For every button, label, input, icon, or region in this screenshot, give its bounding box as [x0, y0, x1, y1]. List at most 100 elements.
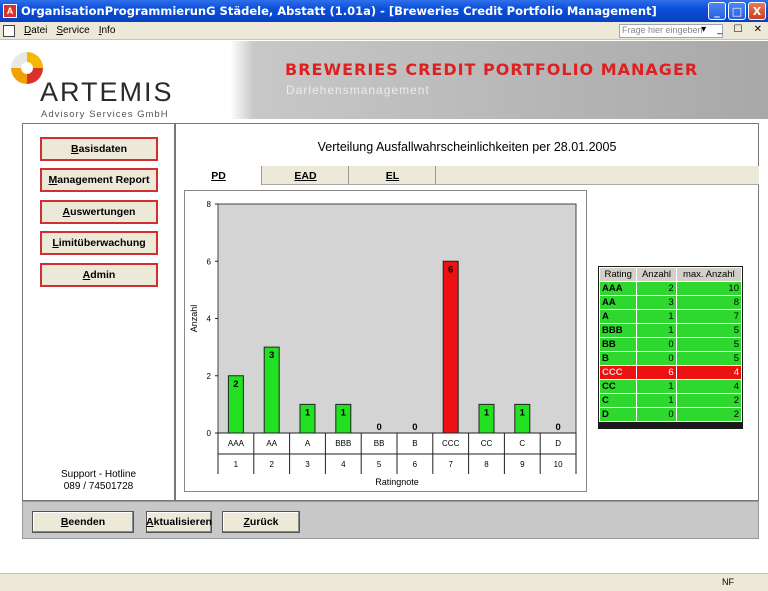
tab-ead[interactable]: EAD	[263, 166, 349, 185]
x-category-number: 2	[269, 460, 274, 469]
basisdaten-button[interactable]: Basisdaten	[40, 137, 158, 161]
bar-value-label: 3	[269, 350, 274, 361]
form-icon[interactable]	[3, 24, 15, 37]
x-category-number: 8	[484, 460, 489, 469]
x-category-label: BBB	[335, 439, 351, 448]
zurueck-button[interactable]: Zurück	[222, 511, 300, 533]
rating-cell-max: 8	[675, 295, 743, 310]
header-rating: Rating	[598, 267, 638, 282]
rating-table-row: CC 1 4	[598, 379, 743, 394]
artemis-logo-icon	[11, 52, 43, 84]
rating-cell-anzahl: 3	[636, 295, 677, 310]
y-tick-label: 8	[207, 200, 212, 209]
rating-table-header: Rating Anzahl max. Anzahl	[598, 267, 743, 282]
support-hotline: Support - Hotline 089 / 74501728	[23, 469, 174, 493]
x-category-number: 3	[305, 460, 310, 469]
x-category-label: D	[555, 439, 561, 448]
y-axis-label: Anzahl	[189, 305, 199, 333]
rating-cell-rating: CC	[598, 379, 638, 394]
management-report-button[interactable]: Management Report	[40, 168, 158, 192]
x-category-label: B	[412, 439, 417, 448]
tab-el[interactable]: EL	[350, 166, 436, 185]
bar	[442, 260, 459, 434]
rating-cell-anzahl: 1	[636, 393, 677, 408]
mdi-window-controls[interactable]: ▾ _ ☐ ✕	[701, 24, 766, 35]
header-max-anzahl: max. Anzahl	[675, 267, 743, 282]
rating-cell-rating: AA	[598, 295, 638, 310]
header-anzahl: Anzahl	[636, 267, 677, 282]
limitueberwachung-button[interactable]: Limitüberwachung	[40, 231, 158, 255]
bar-value-label: 1	[484, 407, 490, 418]
app-banner-subtitle: Darlehensmanagement	[286, 83, 430, 97]
admin-label: Admin	[82, 269, 116, 281]
menu-datei[interactable]: Datei	[24, 25, 47, 36]
x-category-label: C	[519, 439, 525, 448]
zurueck-label: Zurück	[243, 516, 279, 528]
menu-info[interactable]: Info	[99, 25, 116, 36]
rating-table-row: AAA 2 10	[598, 281, 743, 296]
bar-value-label: 0	[376, 422, 381, 433]
beenden-button[interactable]: Beenden	[32, 511, 134, 533]
auswertungen-label: Auswertungen	[62, 206, 136, 218]
rating-cell-max: 5	[675, 337, 743, 352]
basisdaten-label: Basisdaten	[70, 143, 128, 155]
access-app-icon[interactable]: A	[3, 4, 17, 18]
rating-cell-anzahl: 0	[636, 407, 677, 422]
logo-subtitle: Advisory Services GmbH	[41, 109, 169, 120]
x-category-label: BB	[374, 439, 385, 448]
rating-cell-anzahl: 2	[636, 281, 677, 296]
pd-bar-chart: 02468Anzahl2AAA13AA21A31BBB40BB50B66CCC7…	[189, 200, 577, 487]
x-category-label: AAA	[228, 439, 245, 448]
rating-cell-anzahl: 1	[636, 323, 677, 338]
rating-cell-rating: A	[598, 309, 638, 324]
rating-cell-anzahl: 1	[636, 379, 677, 394]
x-category-label: AA	[266, 439, 277, 448]
x-category-label: CCC	[442, 439, 460, 448]
y-tick-label: 4	[207, 315, 212, 324]
rating-cell-rating: D	[598, 407, 638, 422]
bar-value-label: 2	[233, 379, 238, 390]
rating-table-row: A17	[598, 309, 743, 324]
rating-cell-rating: AAA	[598, 281, 638, 296]
navigation-panel: Basisdaten Management Report Auswertunge…	[22, 123, 175, 501]
window-titlebar: A OrganisationProgrammierunG Städele, Ab…	[0, 0, 768, 22]
menu-service[interactable]: Service	[56, 25, 89, 36]
status-mode: NF	[722, 577, 734, 587]
window-controls: _ □ X	[708, 2, 766, 20]
bar-value-label: 0	[555, 422, 560, 433]
x-axis-label: Ratingnote	[375, 477, 419, 487]
bar-value-label: 1	[305, 407, 311, 418]
rating-cell-max: 5	[675, 323, 743, 338]
close-button[interactable]: X	[748, 2, 766, 20]
rating-table-row: D02	[598, 407, 743, 422]
x-category-label: A	[305, 439, 311, 448]
logo-name: ARTEMIS	[40, 77, 174, 107]
rating-cell-max: 10	[675, 281, 743, 296]
aktualisieren-button[interactable]: Aktualisieren	[146, 511, 212, 533]
rating-cell-max: 4	[675, 365, 743, 380]
auswertungen-button[interactable]: Auswertungen	[40, 200, 158, 224]
bar-value-label: 1	[520, 407, 526, 418]
maximize-button[interactable]: □	[728, 2, 746, 20]
x-category-number: 4	[341, 460, 346, 469]
x-category-label: CC	[481, 439, 493, 448]
x-category-number: 1	[234, 460, 239, 469]
rating-cell-max: 5	[675, 351, 743, 366]
y-tick-label: 0	[207, 429, 212, 438]
rating-table-row: AA 3 8	[598, 295, 743, 310]
app-banner-title: BREWERIES CREDIT PORTFOLIO MANAGER	[285, 60, 699, 79]
tab-pd[interactable]: PD	[176, 166, 262, 185]
minimize-button[interactable]: _	[708, 2, 726, 20]
support-label: Support - Hotline	[60, 469, 137, 480]
x-category-number: 6	[413, 460, 418, 469]
rating-table-row: BBB 1 5	[598, 323, 743, 338]
rating-cell-rating: B	[598, 351, 638, 366]
rating-cell-anzahl: 6	[636, 365, 677, 380]
bottom-toolbar: Beenden Aktualisieren Zurück	[22, 501, 759, 539]
pd-chart: 0 2 4 6 8 Anzahl 2 AAA 1 3 AA 2 1 A 3 1 BBB 4 0 BB 5 0 B 6 6 CCC 7…	[184, 190, 587, 492]
support-phone: 089 / 74501728	[63, 481, 134, 492]
aktualisieren-label: Aktualisieren	[146, 516, 212, 528]
status-bar: NF	[0, 573, 768, 591]
x-category-number: 10	[554, 460, 563, 469]
admin-button[interactable]: Admin	[40, 263, 158, 287]
